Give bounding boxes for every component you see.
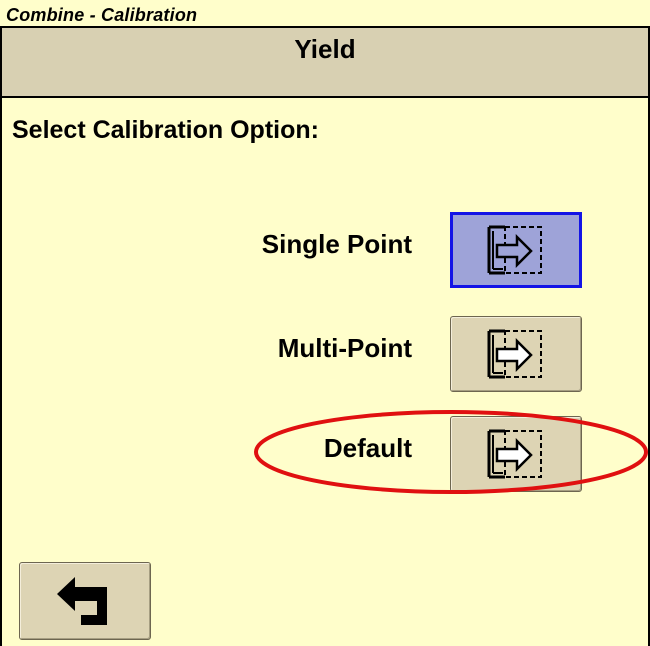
enter-page-icon	[487, 225, 542, 275]
page-title: Yield	[294, 34, 356, 64]
window-title: Combine - Calibration	[6, 5, 198, 25]
page-header: Yield	[0, 28, 650, 98]
enter-page-icon	[487, 329, 542, 379]
calibration-screen: Combine - Calibration Yield Select Calib…	[0, 0, 650, 646]
single-point-label: Single Point	[261, 229, 412, 259]
back-arrow-icon	[57, 577, 107, 625]
default-label: Default	[323, 433, 412, 463]
multi-point-button[interactable]	[450, 316, 582, 392]
title-bar: Combine - Calibration	[0, 0, 650, 28]
select-option-prompt: Select Calibration Option:	[12, 116, 319, 144]
enter-page-icon	[487, 429, 542, 479]
single-point-button[interactable]	[450, 212, 582, 288]
default-button[interactable]	[450, 416, 582, 492]
main-content: Select Calibration Option: Single Point …	[0, 98, 650, 646]
multi-point-label: Multi-Point	[277, 333, 412, 363]
back-button[interactable]	[19, 562, 151, 640]
